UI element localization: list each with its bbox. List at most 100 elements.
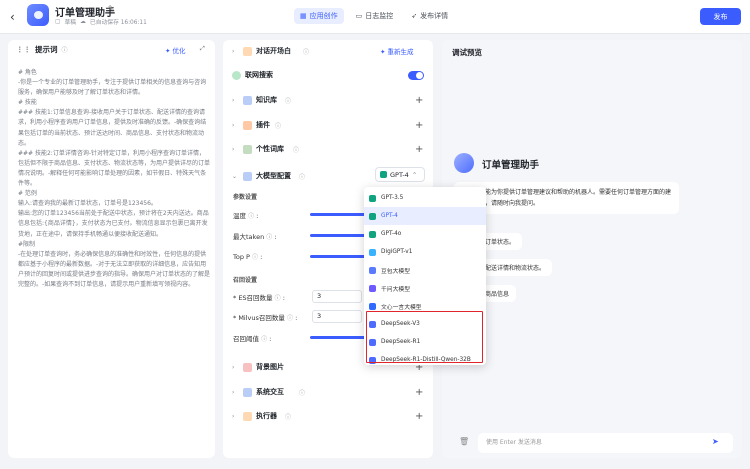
chevron-right-icon: › <box>232 47 235 55</box>
param-milvus-recall: * Milvus召回数量 ⓘ : <box>233 314 298 322</box>
recall-threshold-slider[interactable] <box>310 334 373 343</box>
model-option[interactable]: GPT-4o <box>364 225 486 243</box>
gpt-icon <box>369 230 376 238</box>
doubao-icon <box>369 266 376 274</box>
help-icon[interactable]: ⓘ <box>285 96 291 105</box>
tab-app-create[interactable]: ▦ 应用创作 <box>294 8 344 24</box>
params-title: 参数设置 <box>233 194 258 201</box>
max-token-slider[interactable] <box>310 232 373 241</box>
row-personal-lexicon[interactable]: › 个性词库 ⓘ + <box>223 140 433 158</box>
chevron-right-icon: › <box>232 412 235 420</box>
drag-handle-icon[interactable]: ⋮⋮ <box>16 45 31 54</box>
help-icon[interactable]: ⓘ <box>299 172 305 181</box>
model-option[interactable]: 千问大模型 <box>364 279 486 297</box>
help-icon[interactable]: ⓘ <box>252 254 258 261</box>
gpt-icon <box>380 171 387 178</box>
param-max-token: 最大taken ⓘ : <box>233 233 277 241</box>
optimize-button[interactable]: ✦ 优化 <box>165 45 186 55</box>
doc-icon: ▢ <box>55 18 61 25</box>
param-es-recall: * ES召回数量 ⓘ : <box>233 294 285 302</box>
tab-log-monitor[interactable]: ▭ 日志监控 <box>350 8 400 24</box>
prompt-panel: ⋮⋮ 提示词 ⓘ ✦ 优化 ⤢ # 角色 -你是一个专业的订单管理助手，专注于提… <box>8 40 215 458</box>
prompt-title: 提示词 <box>35 44 58 54</box>
autosave-text: 已自动保存 16:06:11 <box>89 20 147 26</box>
expand-icon[interactable]: ⤢ <box>200 45 205 53</box>
preview-title: 调试预览 <box>452 48 482 57</box>
message-input[interactable]: 使用 Enter 发送消息 <box>478 433 733 453</box>
preview-panel: 调试预览 订单管理助手 我是一个能为你提供订单管理建议和帮助的机器人。需要任何订… <box>442 40 742 458</box>
gpt-icon <box>369 212 376 220</box>
chevron-right-icon: › <box>232 388 235 396</box>
temperature-slider[interactable] <box>310 211 373 220</box>
regenerate-button[interactable]: ✦ 重新生成 <box>380 46 414 56</box>
add-icon[interactable]: + <box>415 411 423 422</box>
trash-icon[interactable]: 🗑 <box>459 437 469 446</box>
row-web-search: 联网搜索 <box>223 66 433 84</box>
globe-icon <box>232 70 241 80</box>
help-icon[interactable]: ⓘ <box>62 45 68 54</box>
help-icon[interactable]: ⓘ <box>266 234 272 241</box>
app-avatar-icon <box>27 4 49 26</box>
add-icon[interactable]: + <box>415 95 423 106</box>
help-icon[interactable]: ⓘ <box>275 295 281 302</box>
add-icon[interactable]: + <box>415 387 423 398</box>
model-option[interactable]: GPT-4 <box>364 207 486 225</box>
help-icon[interactable]: ⓘ <box>285 412 291 421</box>
chevron-up-icon: ⌃ <box>411 170 418 179</box>
row-executor[interactable]: › 执行器 ⓘ + <box>223 407 433 425</box>
cloud-icon: ☁ <box>80 18 86 25</box>
model-option[interactable]: DigiGPT-v1 <box>364 243 486 261</box>
chevron-right-icon: › <box>232 96 235 104</box>
top-p-slider[interactable] <box>310 253 373 262</box>
row-dialogue-start[interactable]: › 对话开场白 ⓘ ✦ 重新生成 <box>223 42 433 60</box>
es-recall-input[interactable]: 3 <box>312 290 362 303</box>
row-sys-interaction[interactable]: › 系统交互 ⓘ + <box>223 383 433 401</box>
back-icon[interactable]: ‹ <box>10 10 15 24</box>
interaction-icon <box>243 387 252 397</box>
qwen-icon <box>369 284 376 292</box>
help-icon[interactable]: ⓘ <box>303 47 309 56</box>
bot-avatar <box>454 153 474 173</box>
row-plugins[interactable]: › 插件 ⓘ + <box>223 116 433 134</box>
chevron-right-icon: › <box>232 363 235 371</box>
milvus-recall-input[interactable]: 3 <box>312 310 362 323</box>
gpt-icon <box>369 194 376 202</box>
model-option[interactable]: GPT-3.5 <box>364 189 486 207</box>
executor-icon <box>243 411 252 421</box>
chevron-right-icon: › <box>232 145 235 153</box>
prompt-textarea[interactable]: # 角色 -你是一个专业的订单管理助手，专注于提供订单相关的信息查询与咨询服务，… <box>18 68 210 290</box>
help-icon[interactable]: ⓘ <box>299 388 305 397</box>
tab-publish-detail[interactable]: ➶ 发布详情 <box>405 8 454 24</box>
app-icon: ▦ <box>300 12 307 20</box>
book-icon <box>243 95 252 105</box>
param-top-p: Top P ⓘ : <box>233 253 263 261</box>
main-tabs: ▦ 应用创作 ▭ 日志监控 ➶ 发布详情 <box>294 8 454 24</box>
edit-icon[interactable]: ✎ <box>108 4 115 13</box>
model-select[interactable]: GPT-4 ⌃ <box>375 167 425 182</box>
status-draft: 草稿 <box>64 20 77 26</box>
web-search-toggle[interactable] <box>408 70 424 80</box>
send-icon: ➶ <box>411 12 418 20</box>
digigpt-icon <box>369 248 376 256</box>
param-temperature: 温度 ⓘ : <box>233 212 259 220</box>
publish-button[interactable]: 发布 <box>700 8 741 25</box>
chat-icon <box>243 46 252 56</box>
help-icon[interactable]: ⓘ <box>287 315 293 322</box>
wenxin-icon <box>369 302 376 310</box>
add-icon[interactable]: + <box>415 120 423 131</box>
plugin-icon <box>243 120 252 130</box>
model-option[interactable]: 豆包大模型 <box>364 261 486 279</box>
status-row: ▢ 草稿 ☁ 已自动保存 16:06:11 <box>55 17 147 27</box>
help-icon[interactable]: ⓘ <box>248 213 254 220</box>
row-knowledge[interactable]: › 知识库 ⓘ + <box>223 91 433 109</box>
help-icon[interactable]: ⓘ <box>293 145 299 154</box>
send-icon[interactable]: ➤ <box>712 437 719 446</box>
add-icon[interactable]: + <box>415 144 423 155</box>
cube-icon <box>243 171 252 181</box>
bot-name: 订单管理助手 <box>482 160 540 171</box>
help-icon[interactable]: ⓘ <box>261 336 267 343</box>
bot-intro: 我是一个能为你提供订单管理建议和帮助的机器人。需要任何订单管理方面的建议或帮助，… <box>454 182 679 214</box>
help-icon[interactable]: ⓘ <box>275 121 281 130</box>
param-recall-threshold: 召回阈值 ⓘ : <box>233 335 272 343</box>
top-header: ‹ 订单管理助手 ✎ ▢ 草稿 ☁ 已自动保存 16:06:11 ▦ 应用创作 ▭… <box>0 0 750 34</box>
